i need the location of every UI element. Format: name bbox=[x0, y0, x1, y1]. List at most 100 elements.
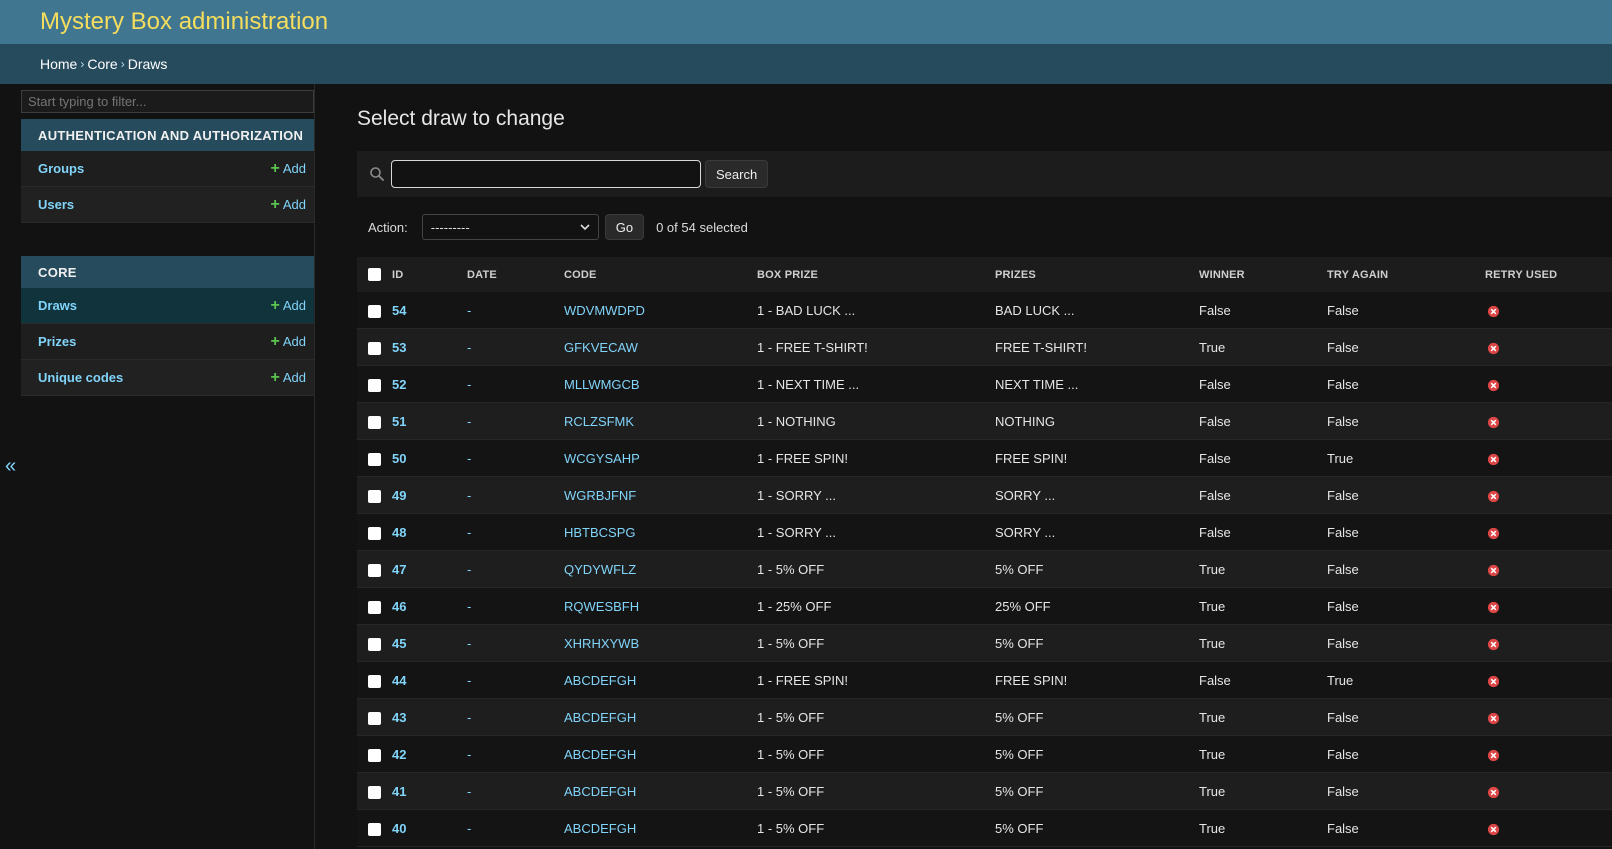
module-caption-auth[interactable]: AUTHENTICATION AND AUTHORIZATION bbox=[21, 119, 314, 151]
row-id-link[interactable]: 47 bbox=[392, 562, 406, 577]
search-button[interactable]: Search bbox=[705, 160, 769, 188]
row-code-link[interactable]: WCGYSAHP bbox=[564, 451, 640, 466]
add-prizes-button[interactable]: + Add bbox=[271, 333, 306, 351]
breadcrumb-home[interactable]: Home bbox=[40, 56, 77, 72]
row-try-again: False bbox=[1327, 524, 1359, 540]
go-button[interactable]: Go bbox=[604, 214, 645, 240]
row-date: - bbox=[467, 598, 472, 614]
row-id-link[interactable]: 50 bbox=[392, 451, 406, 466]
row-code-link[interactable]: ABCDEFGH bbox=[564, 784, 636, 799]
column-header-try-again[interactable]: TRY AGAIN bbox=[1327, 257, 1485, 292]
row-checkbox[interactable] bbox=[368, 822, 381, 836]
search-input[interactable] bbox=[391, 160, 701, 188]
x-circle-icon bbox=[1487, 712, 1500, 724]
add-groups-button[interactable]: + Add bbox=[271, 160, 306, 178]
add-unique-codes-button[interactable]: + Add bbox=[271, 369, 306, 387]
add-users-button[interactable]: + Add bbox=[271, 196, 306, 214]
module-caption-core[interactable]: CORE bbox=[21, 256, 314, 288]
row-id-link[interactable]: 53 bbox=[392, 340, 406, 355]
sidebar-item-unique-codes: Unique codes + Add bbox=[21, 360, 314, 396]
row-code-link[interactable]: GFKVECAW bbox=[564, 340, 638, 355]
sidebar-item-groups: Groups + Add bbox=[21, 151, 314, 187]
row-id-link[interactable]: 44 bbox=[392, 673, 406, 688]
table-row: 43 - ABCDEFGH 1 - 5% OFF 5% OFF True False bbox=[357, 698, 1612, 736]
column-header-retry-used[interactable]: RETRY USED bbox=[1485, 257, 1612, 292]
row-date: - bbox=[467, 302, 472, 318]
row-code-link[interactable]: MLLWMGCB bbox=[564, 377, 640, 392]
row-date: - bbox=[467, 746, 472, 762]
row-checkbox[interactable] bbox=[368, 378, 381, 392]
row-id-link[interactable]: 51 bbox=[392, 414, 406, 429]
row-prizes: 25% OFF bbox=[995, 598, 1051, 614]
row-checkbox[interactable] bbox=[368, 674, 381, 688]
breadcrumb: Home › Core › Draws bbox=[0, 44, 1612, 84]
sidebar-item-users: Users + Add bbox=[21, 187, 314, 223]
row-code-link[interactable]: ABCDEFGH bbox=[564, 673, 636, 688]
column-header-winner[interactable]: WINNER bbox=[1199, 257, 1327, 292]
row-checkbox[interactable] bbox=[368, 489, 381, 503]
table-body: 54 - WDVMWDPD 1 - BAD LUCK ... BAD LUCK ... F… bbox=[357, 292, 1612, 847]
add-draws-button[interactable]: + Add bbox=[271, 297, 306, 315]
table-row: 40 - ABCDEFGH 1 - 5% OFF 5% OFF True False bbox=[357, 809, 1612, 847]
breadcrumb-core[interactable]: Core bbox=[87, 56, 117, 72]
row-id-link[interactable]: 43 bbox=[392, 710, 406, 725]
row-try-again: False bbox=[1327, 709, 1359, 725]
row-code-link[interactable]: QYDYWFLZ bbox=[564, 562, 636, 577]
row-date: - bbox=[467, 376, 472, 392]
row-id-link[interactable]: 41 bbox=[392, 784, 406, 799]
column-header-box-prize[interactable]: BOX PRIZE bbox=[757, 257, 995, 292]
column-header-id[interactable]: ID bbox=[392, 257, 467, 292]
row-checkbox[interactable] bbox=[368, 600, 381, 614]
row-id-link[interactable]: 52 bbox=[392, 377, 406, 392]
row-id-link[interactable]: 45 bbox=[392, 636, 406, 651]
row-code-link[interactable]: RQWESBFH bbox=[564, 599, 639, 614]
row-code-link[interactable]: ABCDEFGH bbox=[564, 710, 636, 725]
row-prizes: FREE SPIN! bbox=[995, 450, 1068, 466]
table-row: 45 - XHRHXYWB 1 - 5% OFF 5% OFF True False bbox=[357, 624, 1612, 662]
row-checkbox[interactable] bbox=[368, 563, 381, 577]
row-checkbox[interactable] bbox=[368, 711, 381, 725]
row-checkbox[interactable] bbox=[368, 748, 381, 762]
row-checkbox[interactable] bbox=[368, 637, 381, 651]
row-date: - bbox=[467, 487, 472, 503]
row-code-link[interactable]: WGRBJFNF bbox=[564, 488, 636, 503]
x-circle-icon bbox=[1487, 416, 1500, 428]
nav-filter-input[interactable] bbox=[21, 90, 314, 113]
sidebar-link-users[interactable]: Users bbox=[38, 197, 74, 212]
add-label: Add bbox=[282, 196, 306, 212]
sidebar-link-draws[interactable]: Draws bbox=[38, 298, 77, 313]
row-id-link[interactable]: 40 bbox=[392, 821, 406, 836]
row-code-link[interactable]: WDVMWDPD bbox=[564, 303, 645, 318]
table-row: 46 - RQWESBFH 1 - 25% OFF 25% OFF True False bbox=[357, 587, 1612, 625]
row-prizes: 5% OFF bbox=[995, 635, 1044, 651]
action-select[interactable]: --------- bbox=[421, 214, 599, 240]
row-id-link[interactable]: 49 bbox=[392, 488, 406, 503]
row-id-link[interactable]: 48 bbox=[392, 525, 406, 540]
sidebar-link-prizes[interactable]: Prizes bbox=[38, 334, 76, 349]
row-checkbox[interactable] bbox=[368, 415, 381, 429]
row-checkbox[interactable] bbox=[368, 526, 381, 540]
sidebar-link-unique-codes[interactable]: Unique codes bbox=[38, 370, 123, 385]
row-date: - bbox=[467, 820, 472, 836]
row-checkbox[interactable] bbox=[368, 785, 381, 799]
toggle-sidebar-button[interactable]: « bbox=[0, 84, 21, 849]
select-all-checkbox[interactable] bbox=[368, 268, 381, 281]
sidebar-link-groups[interactable]: Groups bbox=[38, 161, 84, 176]
row-id-link[interactable]: 46 bbox=[392, 599, 406, 614]
row-id-link[interactable]: 54 bbox=[392, 303, 406, 318]
column-header-date[interactable]: DATE bbox=[467, 257, 564, 292]
row-code-link[interactable]: ABCDEFGH bbox=[564, 747, 636, 762]
row-winner: False bbox=[1199, 672, 1231, 688]
column-header-code[interactable]: CODE bbox=[564, 257, 757, 292]
site-branding[interactable]: Mystery Box administration bbox=[40, 8, 328, 36]
row-code-link[interactable]: RCLZSFMK bbox=[564, 414, 634, 429]
table-row: 42 - ABCDEFGH 1 - 5% OFF 5% OFF True False bbox=[357, 735, 1612, 773]
row-id-link[interactable]: 42 bbox=[392, 747, 406, 762]
row-checkbox[interactable] bbox=[368, 304, 381, 318]
row-checkbox[interactable] bbox=[368, 452, 381, 466]
row-code-link[interactable]: ABCDEFGH bbox=[564, 821, 636, 836]
row-code-link[interactable]: HBTBCSPG bbox=[564, 525, 636, 540]
x-circle-icon bbox=[1487, 490, 1500, 502]
row-code-link[interactable]: XHRHXYWB bbox=[564, 636, 639, 651]
row-checkbox[interactable] bbox=[368, 341, 381, 355]
